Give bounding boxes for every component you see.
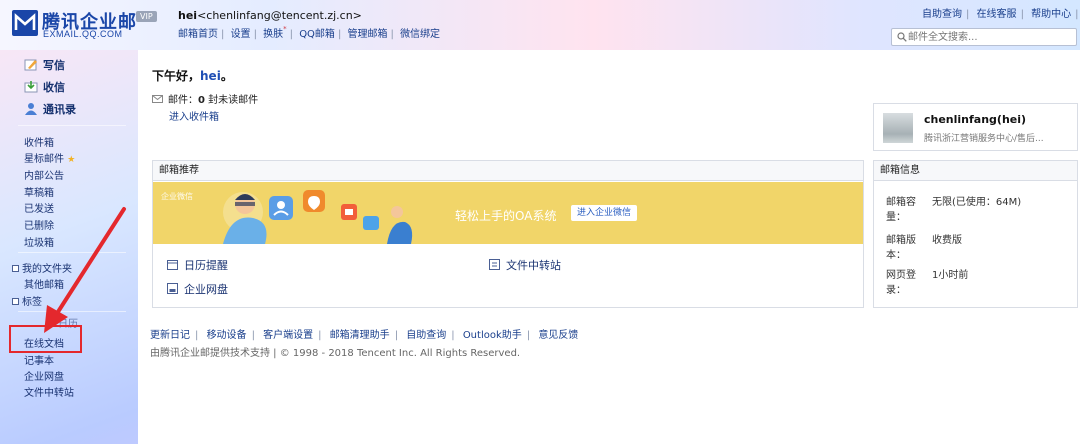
expand-icon[interactable] [12,298,19,305]
netdisk-icon [167,283,178,294]
mailbox-info-title: 邮箱信息 [874,161,1077,181]
contacts-icon [25,103,37,115]
online-service-link[interactable]: 在线客服 [977,9,1017,20]
user-card-dept: 腾讯浙江营销服务中心/售后... [924,134,1044,144]
recommend-panel: 邮箱推荐 企业微信 轻松上手的OA系统 进入企业微信 日历提醒 文件中转站 企业… [152,160,864,308]
feature-netdisk[interactable]: 企业网盘 [167,281,228,297]
header-right-links: 自助查询| 在线客服| 帮助中心| 退 [922,9,1079,20]
footer-link-mobile[interactable]: 移动设备 [207,330,247,341]
annotation-arrow [44,207,126,333]
greeting-prefix: 下午好， [152,69,201,83]
footer-link-client-settings[interactable]: 客户端设置 [263,330,313,341]
wechat-work-banner[interactable]: 企业微信 轻松上手的OA系统 进入企业微信 [153,182,863,244]
top-nav: 邮箱首页 | 设置 | 换肤* | QQ邮箱 | 管理邮箱 | 微信绑定 [178,25,441,40]
avatar[interactable] [883,113,913,143]
logo-icon [12,10,38,36]
search-icon [897,32,907,42]
banner-small-label: 企业微信 [161,192,193,201]
folder-inbox[interactable]: 收件箱 [24,134,54,149]
info-value: 收费版 [932,235,962,246]
self-service-link[interactable]: 自助查询 [922,9,962,20]
sidebar-divider [18,125,126,126]
pencil-icon [24,59,37,71]
new-mark: * [283,25,287,33]
feature-calendar[interactable]: 日历提醒 [167,257,228,273]
enter-wechat-work-button[interactable]: 进入企业微信 [571,205,637,221]
footer-link-self-service[interactable]: 自助查询 [406,330,446,341]
feature-netdisk-label: 企业网盘 [184,283,228,296]
info-label: 邮箱容量： [886,197,916,223]
nav-admin[interactable]: 管理邮箱 [348,29,388,40]
top-header: 腾讯企业邮 EXMAIL.QQ.COM VIP hei<chenlinfang@… [0,0,1080,50]
nav-settings[interactable]: 设置 [231,29,251,40]
mail-label: 邮件： [168,95,198,106]
folder-starred-label: 星标邮件 [24,154,64,165]
unread-count: 0 [198,95,205,106]
user-card[interactable]: chenlinfang(hei) 腾讯浙江营销服务中心/售后... [873,103,1078,151]
logo-subtext: EXMAIL.QQ.COM [43,29,123,39]
info-value: 无限(已使用：64M) [932,197,1022,208]
contacts-button[interactable]: 通讯录 [24,101,76,117]
folder-drafts[interactable]: 草稿箱 [24,184,54,199]
info-label: 邮箱版本： [886,235,916,261]
nav-skin[interactable]: 换肤 [263,29,283,40]
enter-inbox-link[interactable]: 进入收件箱 [169,108,219,123]
folder-announcements[interactable]: 内部公告 [24,167,64,182]
main-panel: 下午好，hei。 邮件：0 封未读邮件 进入收件箱 邮箱推荐 企业微信 轻松上手… [138,50,1080,444]
account-email: <chenlinfang@tencent.zj.cn> [197,9,362,22]
feature-file-transfer-label: 文件中转站 [506,259,561,272]
info-value: 1小时前 [932,270,969,281]
tool-file-transfer[interactable]: 文件中转站 [24,384,74,399]
greeting-name: hei [200,69,221,83]
star-icon: ★ [67,155,76,165]
logo[interactable]: 腾讯企业邮 EXMAIL.QQ.COM [12,7,136,41]
mail-count: 邮件：0 封未读邮件 [152,91,258,106]
nav-home[interactable]: 邮箱首页 [178,29,218,40]
copyright: 由腾讯企业邮提供技术支持 | © 1998 - 2018 Tencent Inc… [150,348,521,359]
feature-calendar-label: 日历提醒 [184,259,228,272]
compose-button[interactable]: 写信 [24,57,65,73]
contacts-label: 通讯录 [43,103,76,116]
file-transfer-icon [489,259,500,270]
nav-wechat-bind[interactable]: 微信绑定 [400,29,440,40]
tool-netdisk[interactable]: 企业网盘 [24,368,64,383]
tool-notepad[interactable]: 记事本 [24,352,54,367]
greeting: 下午好，hei。 [152,67,233,84]
banner-text: 轻松上手的OA系统 [455,209,557,223]
nav-qqmail[interactable]: QQ邮箱 [299,29,335,40]
feature-file-transfer[interactable]: 文件中转站 [489,257,561,273]
search-input[interactable] [908,30,1073,44]
info-label: 网页登录： [886,270,916,296]
expand-icon[interactable] [12,265,19,272]
folder-starred[interactable]: 星标邮件 ★ [24,150,75,165]
account-line: hei<chenlinfang@tencent.zj.cn> [178,9,362,22]
user-card-name: chenlinfang(hei) [924,113,1027,126]
greeting-suffix: 。 [220,69,233,83]
calendar-icon [167,260,178,270]
mailbox-info-panel: 邮箱信息 邮箱容量： 无限(已使用：64M) 邮箱版本： 收费版 网页登录： 1… [873,160,1078,308]
recommend-title: 邮箱推荐 [153,161,863,181]
inbox-icon [24,81,38,93]
vip-badge: VIP [136,11,157,22]
footer-link-outlook[interactable]: Outlook助手 [463,330,522,341]
footer-link-feedback[interactable]: 意见反馈 [538,330,578,341]
footer-link-cleanup[interactable]: 邮箱清理助手 [330,330,390,341]
receive-button[interactable]: 收信 [24,79,65,95]
help-center-link[interactable]: 帮助中心 [1031,9,1071,20]
compose-label: 写信 [43,59,65,72]
unread-suffix: 封未读邮件 [208,95,259,106]
search-box [891,28,1077,46]
annotation-highlight-box [9,325,82,353]
receive-label: 收信 [43,81,65,94]
footer-link-changelog[interactable]: 更新日记 [150,330,190,341]
account-name: hei [178,9,198,22]
envelope-icon [152,95,163,103]
footer-links: 更新日记 | 移动设备 | 客户端设置 | 邮箱清理助手 | 自助查询 | Outlook… [150,330,579,341]
